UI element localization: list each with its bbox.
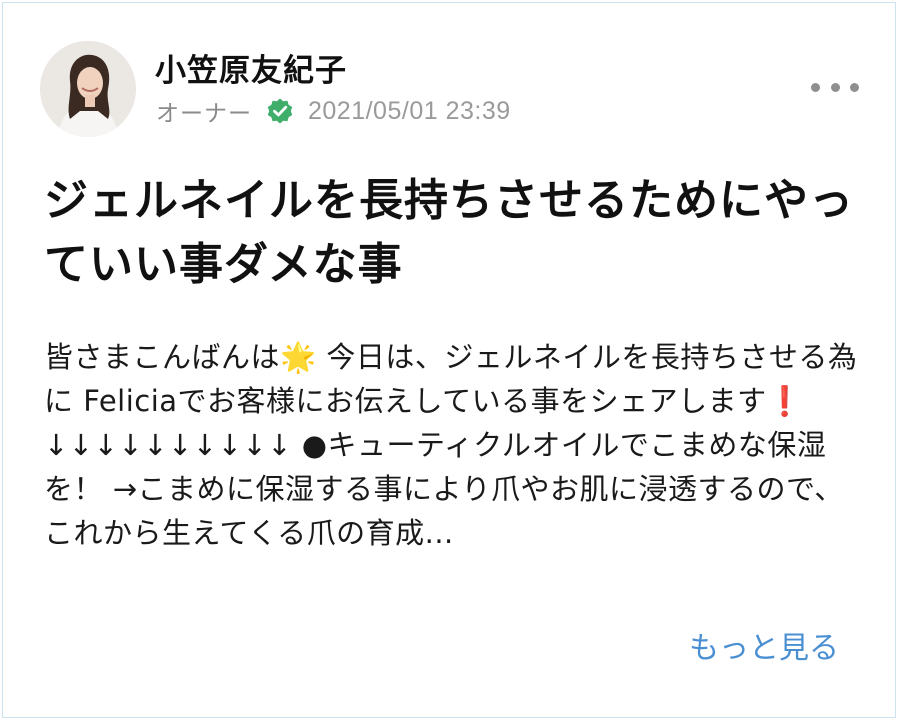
author-name[interactable]: 小笠原友紀子 [155,45,347,90]
post-card: 小笠原友紀子 オーナー 2021/05/01 23:39 ジェルネイルを長持ちさ… [2,2,896,718]
see-more-link[interactable]: もっと見る [689,623,839,667]
more-options-button[interactable] [811,75,859,99]
post-title[interactable]: ジェルネイルを長持ちさせるためにやっていい事ダメな事 [44,169,874,297]
post-meta: オーナー 2021/05/01 23:39 [156,94,511,128]
avatar-photo [40,41,136,137]
post-body: 皆さまこんばんは🌟 今日は、ジェルネイルを長持ちさせる為に Feliciaでお客… [44,340,858,550]
ellipsis-dot [830,82,840,92]
ellipsis-dot [850,82,859,92]
author-role: オーナー [156,101,252,127]
post-timestamp: 2021/05/01 23:39 [308,96,511,125]
verified-check-icon [266,97,294,125]
author-avatar[interactable] [40,41,136,137]
ellipsis-icon [811,82,820,92]
